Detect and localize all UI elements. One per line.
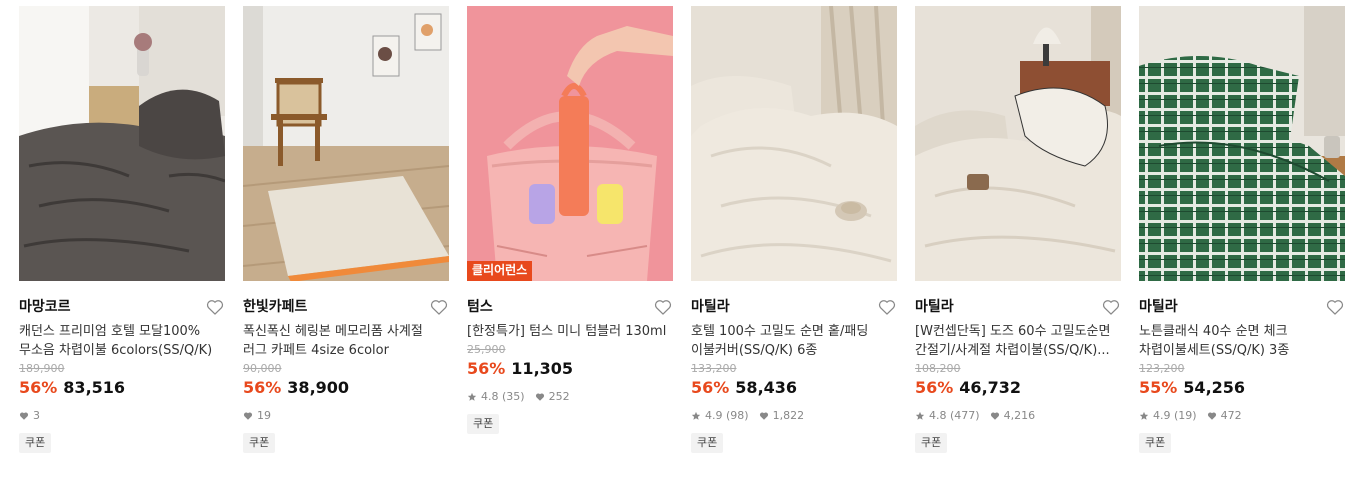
brand-name[interactable]: 마틸라 (915, 299, 954, 315)
rating: 4.8 (481, 390, 499, 403)
product-title[interactable]: [한정특가] 텀스 미니 텀블러 130ml (467, 322, 673, 341)
product-card[interactable]: 마틸라 [W컨셉단독] 도즈 60수 고밀도순면 간절기/사계절 차렵이불(SS… (915, 6, 1121, 453)
coupon-badge: 쿠폰 (243, 433, 276, 453)
coupon-badge: 쿠폰 (691, 433, 724, 453)
product-image[interactable]: 클리어런스 (467, 6, 673, 281)
review-count: (477) (950, 409, 980, 422)
rating: 4.9 (1153, 409, 1171, 422)
heart-filled-icon (759, 412, 768, 420)
price-row: 56% 83,516 (19, 377, 225, 399)
star-icon (691, 411, 701, 420)
like-count: 252 (548, 390, 570, 403)
original-price: 25,900 (467, 343, 506, 356)
star-icon (1139, 411, 1149, 420)
coupon-badge: 쿠폰 (1139, 433, 1172, 453)
product-image[interactable] (915, 6, 1121, 281)
product-image-duvet-cover (691, 6, 897, 281)
sale-price: 38,900 (287, 378, 350, 397)
like-count: 19 (257, 409, 271, 422)
price-row: 56% 11,305 (467, 358, 673, 380)
product-card[interactable]: 마틸라 노튼클래식 40수 순면 체크 차렵이불세트(SS/Q/K) 3종 12… (1139, 6, 1345, 453)
price-row: 56% 38,900 (243, 377, 449, 399)
product-card[interactable]: 마틸라 호텔 100수 고밀도 순면 홑/패딩 이불커버(SS/Q/K) 6종 … (691, 6, 897, 453)
sale-price: 58,436 (735, 378, 798, 397)
review-count: (35) (502, 390, 525, 403)
heart-filled-icon (535, 393, 544, 401)
product-title[interactable]: 호텔 100수 고밀도 순면 홑/패딩 이불커버(SS/Q/K) 6종 (691, 322, 897, 360)
heart-filled-icon (990, 412, 999, 420)
coupon-badge: 쿠폰 (467, 414, 500, 434)
brand-name[interactable]: 텀스 (467, 299, 493, 315)
original-price: 189,900 (19, 362, 65, 375)
review-count: (19) (1174, 409, 1197, 422)
coupon-badge: 쿠폰 (915, 433, 948, 453)
sale-price: 83,516 (63, 378, 126, 397)
product-image-comforter-gray (19, 6, 225, 281)
product-grid: 마망코르 캐던스 프리미엄 호텔 모달100% 무소음 차렵이불 6colors… (0, 0, 1352, 483)
heart-outline-icon[interactable] (429, 297, 449, 317)
original-price: 108,200 (915, 362, 961, 375)
rating: 4.8 (929, 409, 947, 422)
product-title[interactable]: 캐던스 프리미엄 호텔 모달100% 무소음 차렵이불 6colors(SS/Q… (19, 322, 225, 360)
brand-name[interactable]: 마틸라 (691, 299, 730, 315)
original-price: 123,200 (1139, 362, 1185, 375)
product-image[interactable] (1139, 6, 1345, 281)
coupon-badge: 쿠폰 (19, 433, 52, 453)
product-image[interactable] (19, 6, 225, 281)
brand-name[interactable]: 마망코르 (19, 299, 71, 315)
original-price: 90,000 (243, 362, 282, 375)
heart-filled-icon (19, 412, 29, 420)
product-title[interactable]: 폭신폭신 헤링본 메모리폼 사계절 러그 카페트 4size 6color (243, 322, 449, 360)
review-count: (98) (726, 409, 749, 422)
product-meta: 4.8 (35) 252 (467, 388, 673, 406)
product-image-check-comforter (1139, 6, 1345, 281)
product-meta: 3 (19, 407, 225, 425)
like-count: 1,822 (772, 409, 805, 422)
like-count: 4,216 (1003, 409, 1036, 422)
heart-filled-icon (243, 412, 253, 420)
star-icon (467, 392, 477, 401)
heart-outline-icon[interactable] (653, 297, 673, 317)
product-title[interactable]: 노튼클래식 40수 순면 체크 차렵이불세트(SS/Q/K) 3종 (1139, 322, 1345, 360)
brand-name[interactable]: 한빛카페트 (243, 299, 307, 315)
discount-rate: 56% (691, 378, 730, 397)
sale-price: 11,305 (511, 359, 574, 378)
discount-rate: 56% (243, 378, 282, 397)
product-card[interactable]: 한빛카페트 폭신폭신 헤링본 메모리폼 사계절 러그 카페트 4size 6co… (243, 6, 449, 453)
product-meta: 19 (243, 407, 449, 425)
product-image-tumbler (467, 6, 673, 281)
discount-rate: 56% (467, 359, 506, 378)
like-count: 472 (1220, 409, 1242, 422)
discount-rate: 56% (19, 378, 58, 397)
sale-price: 54,256 (1183, 378, 1246, 397)
clearance-badge: 클리어런스 (467, 261, 533, 281)
heart-filled-icon (1207, 412, 1216, 420)
product-image[interactable] (691, 6, 897, 281)
brand-name[interactable]: 마틸라 (1139, 299, 1178, 315)
product-image-rug (243, 6, 449, 281)
product-image-comforter-beige (915, 6, 1121, 281)
heart-outline-icon[interactable] (205, 297, 225, 317)
product-card[interactable]: 클리어런스 텀스 [한정특가] 텀스 미니 텀블러 130ml 25,900 5… (467, 6, 673, 434)
product-card[interactable]: 마망코르 캐던스 프리미엄 호텔 모달100% 무소음 차렵이불 6colors… (19, 6, 225, 453)
heart-outline-icon[interactable] (1101, 297, 1121, 317)
like-count: 3 (33, 409, 40, 422)
price-row: 56% 58,436 (691, 377, 897, 399)
product-meta: 4.8 (477) 4,216 (915, 407, 1121, 425)
heart-outline-icon[interactable] (877, 297, 897, 317)
product-meta: 4.9 (98) 1,822 (691, 407, 897, 425)
price-row: 56% 46,732 (915, 377, 1121, 399)
price-row: 55% 54,256 (1139, 377, 1345, 399)
product-title[interactable]: [W컨셉단독] 도즈 60수 고밀도순면 간절기/사계절 차렵이불(SS/Q/K… (915, 322, 1121, 360)
discount-rate: 56% (915, 378, 954, 397)
sale-price: 46,732 (959, 378, 1022, 397)
discount-rate: 55% (1139, 378, 1178, 397)
star-icon (915, 411, 925, 420)
product-meta: 4.9 (19) 472 (1139, 407, 1345, 425)
rating: 4.9 (705, 409, 723, 422)
heart-outline-icon[interactable] (1325, 297, 1345, 317)
product-image[interactable] (243, 6, 449, 281)
original-price: 133,200 (691, 362, 737, 375)
